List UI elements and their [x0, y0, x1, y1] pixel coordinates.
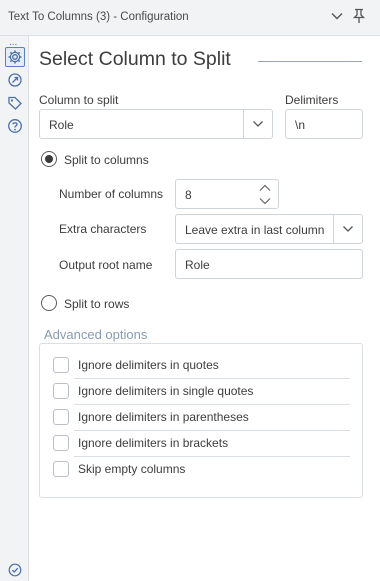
checkbox[interactable] — [53, 357, 69, 373]
column-to-split-value: Role — [49, 118, 74, 132]
option-label: Skip empty columns — [78, 462, 186, 476]
extra-characters-value: Leave extra in last column — [185, 223, 325, 237]
option-label: Ignore delimiters in parentheses — [78, 410, 249, 424]
option-label: Ignore delimiters in brackets — [78, 436, 229, 450]
split-to-rows-radio[interactable] — [41, 295, 57, 311]
column-to-split-dropdown[interactable]: Role — [39, 109, 273, 139]
check-circle-icon — [8, 563, 22, 577]
option-skip-empty-columns[interactable]: Skip empty columns — [52, 457, 350, 483]
help-icon[interactable] — [7, 118, 23, 134]
advanced-options-title: Advanced options — [44, 327, 148, 342]
window-title: Text To Columns (3) - Configuration — [8, 11, 189, 23]
delimiters-input[interactable]: \n — [285, 109, 363, 139]
configuration-panel: Select Column to Split Column to split R… — [30, 36, 380, 581]
heading-divider — [258, 61, 362, 62]
dropdown-separator — [333, 215, 334, 243]
stepper-up-icon[interactable] — [256, 182, 274, 194]
output-root-name-value: Role — [185, 258, 210, 272]
advanced-options-group: Ignore delimiters in quotes Ignore delim… — [39, 343, 363, 498]
number-of-columns-label: Number of columns — [59, 187, 164, 201]
number-of-columns-input[interactable]: 8 — [175, 179, 279, 209]
left-toolbar: ... — [0, 36, 29, 581]
option-label: Ignore delimiters in single quotes — [78, 384, 254, 398]
split-to-rows-label[interactable]: Split to rows — [64, 297, 129, 311]
stepper-down-icon[interactable] — [256, 195, 274, 207]
delimiters-label: Delimiters — [285, 93, 339, 107]
dropdown-separator — [243, 110, 244, 138]
extra-characters-label: Extra characters — [59, 222, 147, 236]
checkbox[interactable] — [53, 435, 69, 451]
option-ignore-brackets[interactable]: Ignore delimiters in brackets — [52, 431, 350, 457]
pin-icon[interactable] — [352, 8, 366, 24]
number-of-columns-value: 8 — [185, 188, 192, 202]
split-to-columns-radio[interactable] — [41, 151, 57, 167]
checkbox[interactable] — [53, 409, 69, 425]
extra-characters-dropdown[interactable]: Leave extra in last column — [175, 214, 363, 244]
title-bar: Text To Columns (3) - Configuration — [0, 0, 380, 36]
chevron-down-icon[interactable] — [252, 118, 264, 130]
output-root-name-label: Output root name — [59, 258, 153, 272]
column-to-split-label: Column to split — [39, 93, 119, 107]
chevron-down-icon[interactable] — [330, 9, 344, 23]
page-title: Select Column to Split — [39, 48, 231, 70]
option-ignore-single-quotes[interactable]: Ignore delimiters in single quotes — [52, 379, 350, 405]
delimiters-value: \n — [295, 118, 306, 132]
checkbox[interactable] — [53, 461, 69, 477]
checkbox[interactable] — [53, 383, 69, 399]
option-label: Ignore delimiters in quotes — [78, 358, 219, 372]
connection-icon[interactable] — [7, 72, 23, 88]
option-ignore-parentheses[interactable]: Ignore delimiters in parentheses — [52, 405, 350, 431]
tag-icon[interactable] — [7, 95, 23, 111]
chevron-down-icon[interactable] — [342, 223, 354, 235]
split-to-columns-label[interactable]: Split to columns — [64, 153, 149, 167]
gear-icon[interactable] — [5, 47, 25, 67]
output-root-name-input[interactable]: Role — [175, 249, 363, 279]
option-ignore-quotes[interactable]: Ignore delimiters in quotes — [52, 353, 350, 379]
